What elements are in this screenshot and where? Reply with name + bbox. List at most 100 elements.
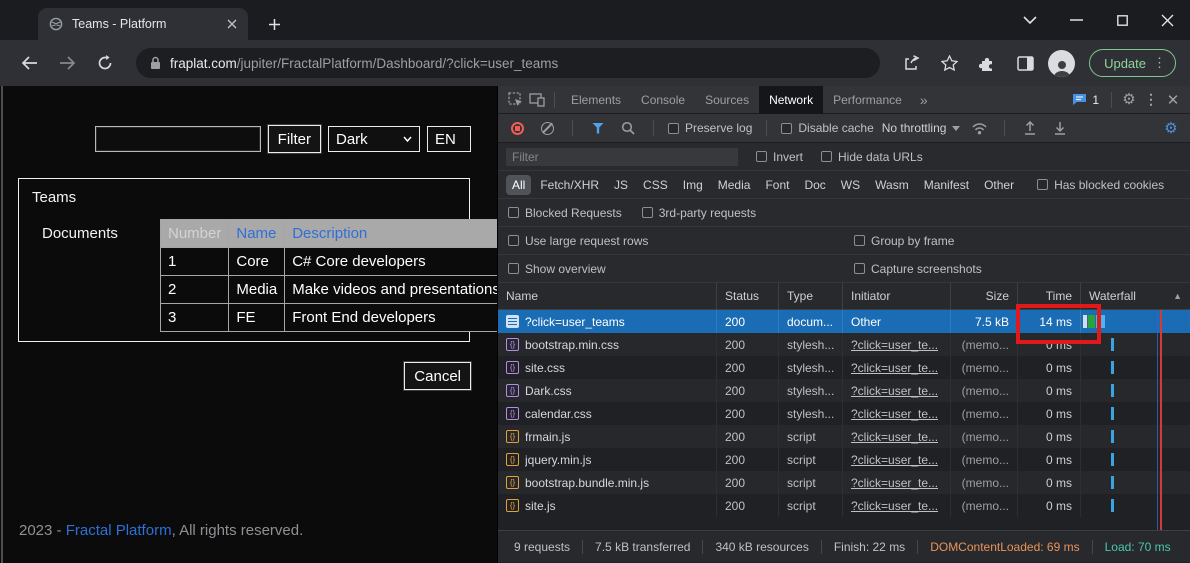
update-button[interactable]: Update ⋮ [1089, 49, 1176, 77]
teams-table-row[interactable]: 3 FE Front End developers [159, 303, 497, 332]
tab-search-chevron-icon[interactable] [1015, 5, 1045, 35]
waterfall-tick [1111, 407, 1114, 420]
initiator-value[interactable]: ?click=user_te... [851, 499, 938, 513]
throttling-select[interactable]: No throttling [882, 121, 961, 135]
status-value: 200 [725, 383, 746, 398]
import-har-icon[interactable] [1019, 117, 1041, 139]
type-filter-img[interactable]: Img [677, 175, 709, 195]
devtools-tab-elements[interactable]: Elements [561, 86, 631, 114]
initiator-value[interactable]: ?click=user_te... [851, 453, 938, 467]
type-filter-media[interactable]: Media [712, 175, 757, 195]
devtools-menu-dots-icon[interactable]: ⋮ [1140, 89, 1162, 111]
devtools-tab-sources[interactable]: Sources [695, 86, 759, 114]
column-header-status[interactable]: Status [717, 283, 779, 309]
has-blocked-cookies-checkbox[interactable]: Has blocked cookies [1037, 178, 1164, 192]
network-conditions-icon[interactable] [968, 117, 990, 139]
type-filter-js[interactable]: JS [608, 175, 634, 195]
devtools-settings-gear-icon[interactable]: ⚙ [1118, 89, 1140, 111]
page-filter-input[interactable] [94, 126, 261, 152]
initiator-value[interactable]: ?click=user_te... [851, 476, 938, 490]
devtools-tab-console[interactable]: Console [631, 86, 695, 114]
network-settings-gear-icon[interactable]: ⚙ [1160, 117, 1182, 139]
blocked-requests-checkbox[interactable]: Blocked Requests [508, 206, 622, 220]
type-filter-other[interactable]: Other [978, 175, 1020, 195]
invert-checkbox[interactable]: Invert [756, 150, 803, 164]
type-filter-ws[interactable]: WS [835, 175, 866, 195]
third-party-requests-checkbox[interactable]: 3rd-party requests [641, 206, 756, 220]
theme-select[interactable]: Dark [328, 126, 420, 152]
devtools-close-icon[interactable]: ✕ [1162, 89, 1184, 111]
share-icon[interactable] [896, 48, 926, 78]
network-request-row[interactable]: {} site.js 200 script ?click=user_te... (memo… [498, 494, 1190, 517]
type-filter-manifest[interactable]: Manifest [918, 175, 975, 195]
column-header-name[interactable]: Name [498, 283, 717, 309]
documents-label[interactable]: Documents [42, 225, 118, 242]
back-button[interactable] [14, 48, 44, 78]
type-filter-wasm[interactable]: Wasm [869, 175, 915, 195]
hide-data-urls-checkbox[interactable]: Hide data URLs [821, 150, 923, 164]
column-header-type[interactable]: Type [779, 283, 843, 309]
search-icon[interactable] [617, 117, 639, 139]
network-filter-input[interactable] [506, 147, 738, 166]
side-panel-icon[interactable] [1010, 48, 1040, 78]
teams-table-row[interactable]: 2 Media Make videos and presentations [159, 275, 497, 304]
filter-funnel-icon[interactable] [587, 117, 609, 139]
type-filter-fetchxhr[interactable]: Fetch/XHR [534, 175, 605, 195]
extensions-puzzle-icon[interactable] [972, 48, 1002, 78]
devtools-tab-network[interactable]: Network [759, 85, 824, 114]
group-by-frame-checkbox[interactable]: Group by frame [854, 234, 954, 248]
profile-avatar[interactable] [1048, 49, 1076, 77]
initiator-value[interactable]: ?click=user_te... [851, 361, 938, 375]
page-filter-button[interactable]: Filter [267, 125, 321, 153]
cancel-button[interactable]: Cancel [404, 362, 471, 390]
type-filter-font[interactable]: Font [759, 175, 795, 195]
export-har-icon[interactable] [1049, 117, 1071, 139]
teams-column-header-description[interactable]: Description [284, 219, 497, 248]
network-request-row[interactable]: {} site.css 200 stylesh... ?click=user_te...… [498, 356, 1190, 379]
more-tabs-icon[interactable]: » [912, 92, 936, 108]
language-select[interactable]: EN [427, 126, 471, 152]
forward-button[interactable] [52, 48, 82, 78]
type-filter-doc[interactable]: Doc [798, 175, 831, 195]
disable-cache-checkbox[interactable]: Disable cache [781, 121, 874, 135]
column-header-size[interactable]: Size [951, 283, 1018, 309]
network-request-row[interactable]: {} Dark.css 200 stylesh... ?click=user_te...… [498, 379, 1190, 402]
type-filter-css[interactable]: CSS [637, 175, 674, 195]
new-tab-button[interactable] [262, 12, 286, 36]
devtools-tab-performance[interactable]: Performance [823, 86, 912, 114]
inspect-element-icon[interactable] [504, 89, 526, 111]
bookmark-star-icon[interactable] [934, 48, 964, 78]
initiator-value[interactable]: ?click=user_te... [851, 384, 938, 398]
request-initiator-cell: ?click=user_te... [843, 356, 951, 379]
use-large-request-rows-checkbox[interactable]: Use large request rows [508, 234, 648, 248]
show-overview-checkbox[interactable]: Show overview [508, 262, 606, 276]
reload-button[interactable] [90, 48, 120, 78]
console-drawer-badge[interactable]: 1 [1066, 93, 1105, 107]
teams-table-row[interactable]: 1 Core C# Core developers [159, 247, 497, 276]
teams-column-header-name[interactable]: Name [228, 219, 286, 248]
type-value: stylesh... [787, 406, 835, 421]
network-request-row[interactable]: {} jquery.min.js 200 script ?click=user_te..… [498, 448, 1190, 471]
initiator-value[interactable]: ?click=user_te... [851, 407, 938, 421]
window-close-button[interactable] [1152, 5, 1182, 35]
browser-tab[interactable]: Teams - Platform [38, 8, 248, 40]
initiator-value[interactable]: ?click=user_te... [851, 338, 938, 352]
type-filter-all[interactable]: All [506, 174, 532, 195]
record-network-log-icon[interactable] [506, 117, 528, 139]
network-request-row[interactable]: {} calendar.css 200 stylesh... ?click=user_t… [498, 402, 1190, 425]
device-toolbar-icon[interactable] [526, 89, 548, 111]
preserve-log-checkbox[interactable]: Preserve log [668, 121, 752, 135]
tab-close-icon[interactable] [224, 16, 240, 32]
network-request-row[interactable]: {} bootstrap.bundle.min.js 200 script ?click… [498, 471, 1190, 494]
address-bar[interactable]: fraplat.com/jupiter/FractalPlatform/Dash… [136, 48, 881, 78]
network-request-row[interactable]: {} frmain.js 200 script ?click=user_te... (me… [498, 425, 1190, 448]
column-header-initiator[interactable]: Initiator [843, 283, 951, 309]
clear-network-log-icon[interactable] [536, 117, 558, 139]
capture-screenshots-checkbox[interactable]: Capture screenshots [854, 262, 982, 276]
footer-brand-link[interactable]: Fractal Platform [66, 522, 172, 539]
window-minimize-button[interactable] [1061, 5, 1091, 35]
window-maximize-button[interactable] [1107, 5, 1137, 35]
divider [554, 91, 555, 108]
initiator-value[interactable]: ?click=user_te... [851, 430, 938, 444]
request-type-cell: script [779, 448, 843, 471]
